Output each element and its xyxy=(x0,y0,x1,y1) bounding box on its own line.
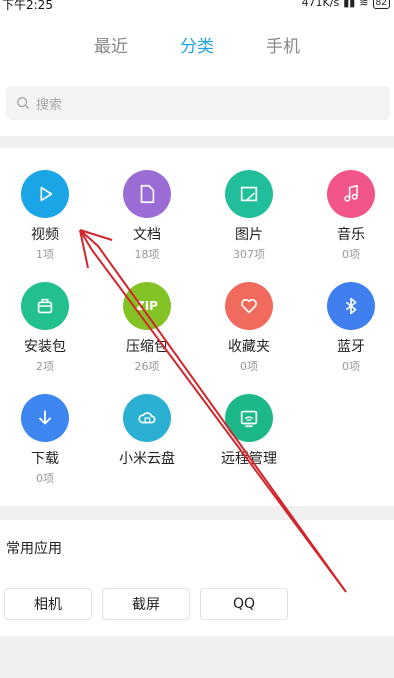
category-count: 1项 xyxy=(36,248,54,261)
search-icon xyxy=(17,97,30,110)
category-name: 压缩包 xyxy=(126,339,168,355)
tab-recent[interactable]: 最近 xyxy=(94,32,128,60)
download-icon xyxy=(21,394,69,442)
category-name: 收藏夹 xyxy=(228,339,270,355)
music-icon xyxy=(327,170,375,218)
app-chip-camera[interactable]: 相机 xyxy=(4,588,92,620)
category-count: 307项 xyxy=(233,248,265,261)
bluetooth-icon xyxy=(327,282,375,330)
category-count: 18项 xyxy=(134,248,160,261)
status-right: 471K/s ▮▮ ≋ 82 xyxy=(302,0,390,9)
remote-icon xyxy=(225,394,273,442)
category-document[interactable]: 文档 18项 xyxy=(102,158,192,268)
divider xyxy=(0,136,394,148)
play-icon xyxy=(21,170,69,218)
app-chip-screenshot[interactable]: 截屏 xyxy=(102,588,190,620)
category-name: 文档 xyxy=(133,227,161,243)
category-name: 图片 xyxy=(235,227,263,243)
divider xyxy=(0,506,394,520)
category-remote[interactable]: 远程管理 xyxy=(204,382,294,492)
search-placeholder: 搜索 xyxy=(36,97,63,113)
category-count: 26项 xyxy=(134,360,160,373)
category-name: 音乐 xyxy=(337,227,365,243)
category-image[interactable]: 图片 307项 xyxy=(204,158,294,268)
app-chip-qq[interactable]: QQ xyxy=(200,588,288,620)
status-time: 下午2:25 xyxy=(2,0,53,12)
category-name: 安装包 xyxy=(24,339,66,355)
common-apps-title: 常用应用 xyxy=(6,541,62,557)
tab-category[interactable]: 分类 xyxy=(180,32,214,60)
category-heart[interactable]: 收藏夹 0项 xyxy=(204,270,294,380)
category-cloud[interactable]: 小米云盘 xyxy=(102,382,192,492)
tab-bar: 最近 分类 手机 xyxy=(0,32,394,60)
category-name: 小米云盘 xyxy=(119,451,175,467)
category-count: 0项 xyxy=(342,248,360,261)
wifi-icon: ≋ xyxy=(359,0,369,9)
status-bar: 下午2:25 471K/s ▮▮ ≋ 82 xyxy=(0,0,394,12)
category-count: 0项 xyxy=(36,472,54,485)
category-play[interactable]: 视频 1项 xyxy=(0,158,90,268)
common-apps: 相机 截屏 QQ xyxy=(4,588,288,620)
zip-label: ZIP xyxy=(136,299,158,313)
bottom-band xyxy=(0,636,394,678)
category-zip[interactable]: ZIP 压缩包 26项 xyxy=(102,270,192,380)
cloud-icon xyxy=(123,394,171,442)
category-download[interactable]: 下载 0项 xyxy=(0,382,90,492)
search-input[interactable]: 搜索 xyxy=(6,86,390,120)
image-icon xyxy=(225,170,273,218)
category-bluetooth[interactable]: 蓝牙 0项 xyxy=(306,270,394,380)
category-name: 远程管理 xyxy=(221,451,277,467)
network-speed: 471K/s xyxy=(301,0,340,9)
category-name: 下载 xyxy=(31,451,59,467)
tab-phone[interactable]: 手机 xyxy=(266,32,300,60)
category-music[interactable]: 音乐 0项 xyxy=(306,158,394,268)
category-name: 蓝牙 xyxy=(337,339,365,355)
document-icon xyxy=(123,170,171,218)
heart-icon xyxy=(225,282,273,330)
category-count: 2项 xyxy=(36,360,54,373)
zip-icon: ZIP xyxy=(123,282,171,330)
signal-icon: ▮▮ xyxy=(343,0,356,9)
category-name: 视频 xyxy=(31,227,59,243)
package-icon xyxy=(21,282,69,330)
category-count: 0项 xyxy=(342,360,360,373)
category-package[interactable]: 安装包 2项 xyxy=(0,270,90,380)
category-count: 0项 xyxy=(240,360,258,373)
battery-icon: 82 xyxy=(372,0,390,9)
